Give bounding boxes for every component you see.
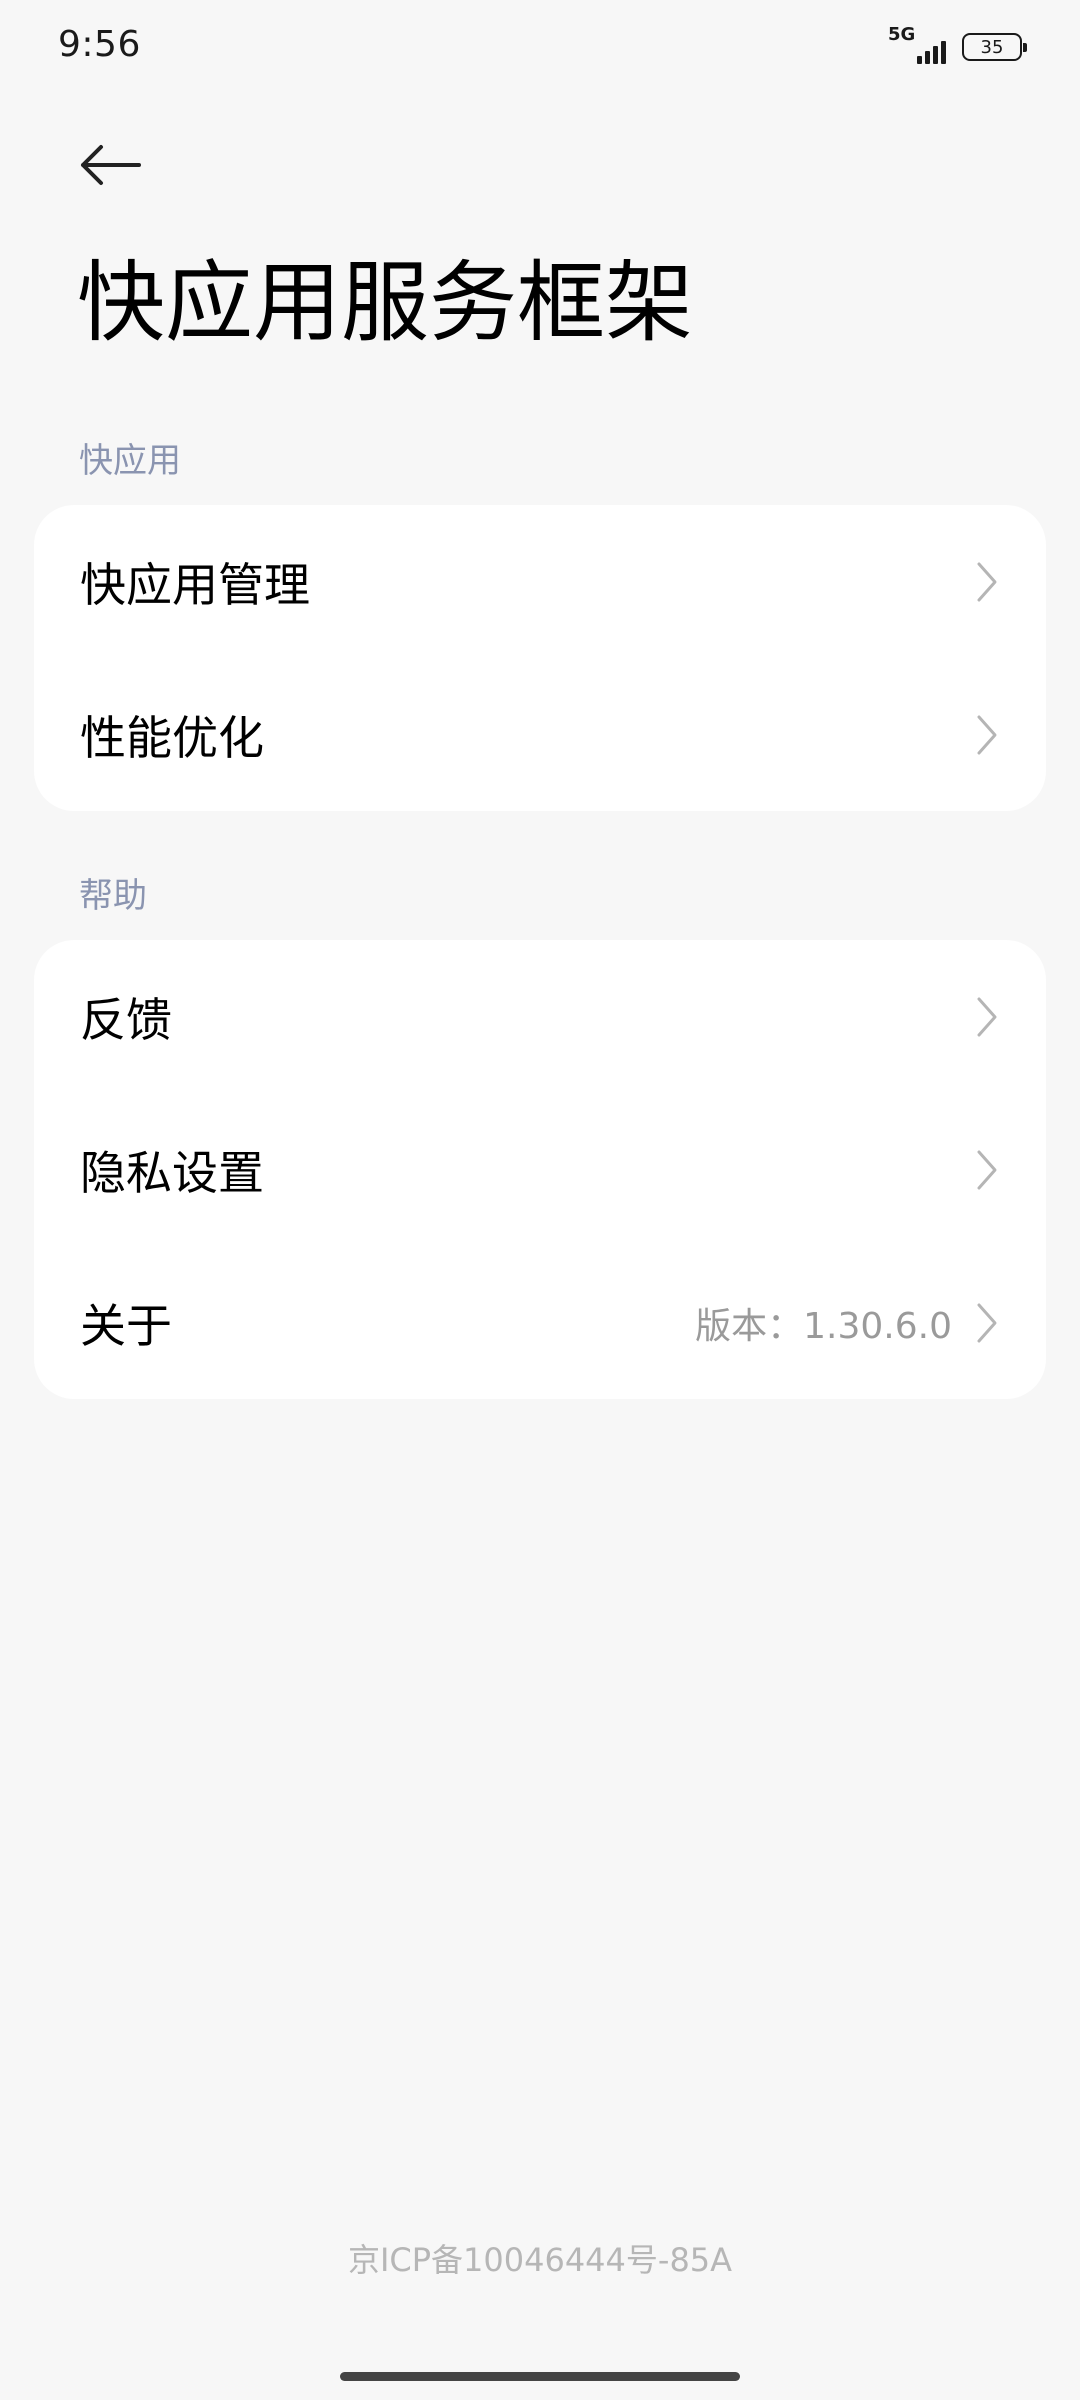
chevron-right-icon [974,994,1000,1040]
back-arrow-icon [81,145,141,185]
signal-icon: 5G [886,24,946,66]
chevron-right-icon [974,1300,1000,1346]
page-title: 快应用服务框架 [77,251,694,354]
home-indicator[interactable] [340,2372,740,2381]
list-item-performance-optimization[interactable]: 性能优化 [34,658,1046,811]
list-item-privacy-settings[interactable]: 隐私设置 [34,1093,1046,1246]
list-item-quick-app-management[interactable]: 快应用管理 [34,505,1046,658]
section-title-help: 帮助 [79,876,147,916]
version-value: 版本：1.30.6.0 [695,1305,952,1347]
battery-icon: 35 [962,33,1027,61]
section-title-quick-apps: 快应用 [79,441,181,481]
list-item-about[interactable]: 关于 版本：1.30.6.0 [34,1246,1046,1399]
status-time: 9:56 [58,24,141,65]
back-button[interactable] [70,135,150,195]
chevron-right-icon [974,559,1000,605]
status-bar: 9:56 5G 35 [0,0,1080,100]
status-icons: 5G 35 [886,24,1027,66]
list-item-label: 快应用管理 [80,557,310,612]
list-item-feedback[interactable]: 反馈 [34,940,1046,1093]
card-help: 反馈 隐私设置 关于 版本：1.30.6.0 [34,940,1046,1399]
list-item-label: 反馈 [80,992,172,1047]
network-type-label: 5G [888,24,916,45]
signal-bars [917,41,946,64]
chevron-right-icon [974,1147,1000,1193]
list-item-label: 性能优化 [80,710,264,765]
list-item-label: 隐私设置 [80,1145,264,1200]
card-quick-apps: 快应用管理 性能优化 [34,505,1046,811]
battery-level: 35 [980,36,1004,58]
list-item-label: 关于 [80,1298,172,1353]
chevron-right-icon [974,712,1000,758]
icp-license-text: 京ICP备10046444号-85A [347,2241,733,2279]
